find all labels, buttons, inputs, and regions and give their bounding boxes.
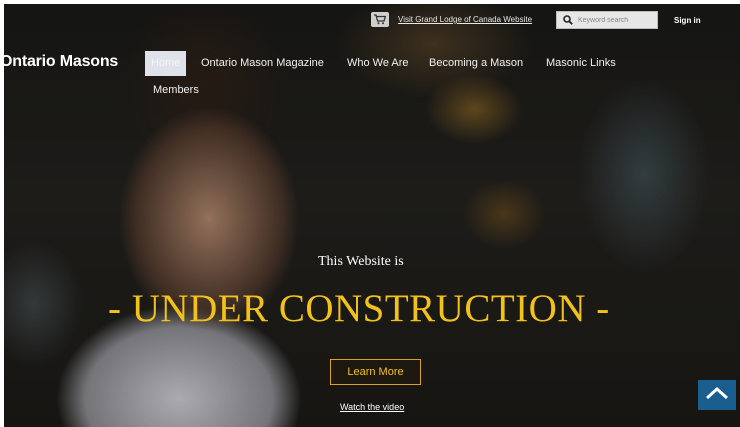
nav-becoming-a-mason[interactable]: Becoming a Mason bbox=[429, 51, 523, 76]
watch-video-link[interactable]: Watch the video bbox=[340, 402, 404, 412]
grand-lodge-link[interactable]: Visit Grand Lodge of Canada Website bbox=[398, 15, 532, 24]
nav-ontario-mason-magazine[interactable]: Ontario Mason Magazine bbox=[201, 51, 324, 76]
nav-masonic-links[interactable]: Masonic Links bbox=[546, 51, 616, 76]
hero-headline: - UNDER CONSTRUCTION - bbox=[108, 287, 610, 330]
shopping-cart-icon[interactable] bbox=[371, 12, 389, 27]
page: Visit Grand Lodge of Canada Website Sign… bbox=[0, 0, 740, 427]
nav-who-we-are[interactable]: Who We Are bbox=[347, 51, 409, 76]
hero-subtitle: This Website is bbox=[318, 254, 404, 269]
sign-in-link[interactable]: Sign in bbox=[674, 16, 701, 25]
magnifier-icon[interactable] bbox=[561, 13, 575, 27]
chevron-up-icon bbox=[705, 386, 729, 405]
nav-members[interactable]: Members bbox=[153, 78, 199, 103]
learn-more-button[interactable]: Learn More bbox=[330, 359, 421, 385]
scroll-to-top-button[interactable] bbox=[698, 380, 736, 410]
site-logo[interactable]: Ontario Masons bbox=[0, 53, 118, 71]
nav-home[interactable]: Home bbox=[145, 51, 187, 76]
search-box[interactable] bbox=[556, 11, 658, 29]
search-input[interactable] bbox=[575, 16, 656, 24]
